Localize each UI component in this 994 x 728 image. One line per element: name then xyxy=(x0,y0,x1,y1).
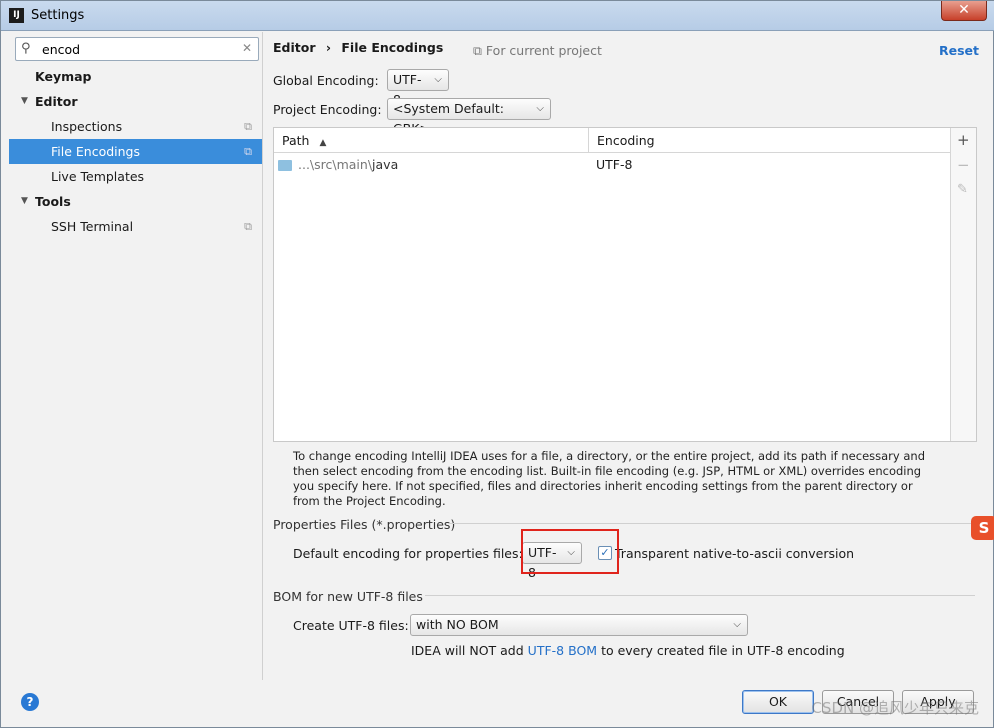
bom-info-text: IDEA will NOT add UTF-8 BOM to every cre… xyxy=(411,643,845,658)
highlight-annotation-box xyxy=(521,529,619,574)
column-header-path[interactable]: Path ▲ xyxy=(282,128,326,153)
chevron-down-icon: ⌵ xyxy=(733,619,741,630)
sidebar-item-ssh-terminal[interactable]: SSH Terminal ⧉ xyxy=(9,214,262,239)
encoding-help-text: To change encoding IntelliJ IDEA uses fo… xyxy=(293,449,926,508)
row-path-prefix: ...\src\main\ xyxy=(298,157,373,172)
settings-search[interactable]: ⚲ ✕ xyxy=(15,37,259,61)
section-divider xyxy=(448,523,975,524)
project-scope-label: For current project xyxy=(485,43,602,58)
sidebar-item-file-encodings[interactable]: File Encodings ⧉ xyxy=(9,139,262,164)
clear-search-icon[interactable]: ✕ xyxy=(242,41,252,55)
bom-select-value: with NO BOM xyxy=(416,617,499,632)
sogou-ime-icon[interactable]: S xyxy=(971,516,994,540)
sidebar-item-label: Tools xyxy=(35,194,71,209)
bom-info-after: to every created file in UTF-8 encoding xyxy=(601,643,845,658)
breadcrumb-separator: › xyxy=(325,40,332,55)
table-header: Path ▲ Encoding xyxy=(274,128,952,153)
column-header-path-label: Path xyxy=(282,133,310,148)
create-utf8-label: Create UTF-8 files: xyxy=(293,618,409,633)
intellij-app-icon: IJ xyxy=(9,8,24,23)
ok-button[interactable]: OK xyxy=(742,690,814,714)
column-header-encoding[interactable]: Encoding xyxy=(597,128,655,153)
properties-section-title: Properties Files (*.properties) xyxy=(273,517,456,532)
row-path: ...\src\main\java xyxy=(298,153,398,177)
sidebar-item-label: Keymap xyxy=(35,69,92,84)
project-scope-icon: ⧉ xyxy=(473,43,482,58)
sidebar-item-inspections[interactable]: Inspections ⧉ xyxy=(9,114,262,139)
title-bar: IJ Settings ✕ xyxy=(1,1,994,31)
project-scope-note: ⧉ For current project xyxy=(473,43,602,59)
global-encoding-select[interactable]: UTF-8 ⌵ xyxy=(387,69,449,107)
chevron-down-icon: ⌵ xyxy=(434,74,442,85)
sidebar-item-label: SSH Terminal xyxy=(51,219,134,234)
table-row[interactable]: ...\src\main\java UTF-8 xyxy=(274,153,952,177)
bom-info-before: IDEA will NOT add xyxy=(411,643,524,658)
settings-window: IJ Settings ✕ ⚲ ✕ Keymap ▼ Editor Inspec… xyxy=(0,0,994,728)
native-to-ascii-label[interactable]: Transparent native-to-ascii conversion xyxy=(615,546,854,561)
add-icon[interactable]: + xyxy=(957,131,970,149)
project-scope-icon: ⧉ xyxy=(244,120,252,133)
search-input[interactable] xyxy=(42,41,222,58)
project-encoding-label: Project Encoding: xyxy=(273,102,382,117)
sidebar-item-editor[interactable]: ▼ Editor xyxy=(9,89,262,114)
bom-section-title: BOM for new UTF-8 files xyxy=(273,589,423,604)
reset-link[interactable]: Reset xyxy=(939,43,979,58)
project-scope-icon: ⧉ xyxy=(244,145,252,158)
project-scope-icon: ⧉ xyxy=(244,220,252,233)
edit-icon[interactable]: ✎ xyxy=(957,182,968,197)
close-window-button[interactable]: ✕ xyxy=(941,1,987,21)
breadcrumb-parent: Editor xyxy=(273,40,316,55)
section-divider xyxy=(425,595,975,596)
chevron-down-icon[interactable]: ▼ xyxy=(21,89,28,114)
sort-ascending-icon: ▲ xyxy=(319,138,327,148)
table-toolbar: + − ✎ xyxy=(950,128,976,441)
utf8-bom-link[interactable]: UTF-8 BOM xyxy=(528,643,597,658)
folder-icon xyxy=(278,160,292,171)
chevron-down-icon: ⌵ xyxy=(536,103,544,114)
settings-sidebar: ⚲ ✕ Keymap ▼ Editor Inspections ⧉ File E… xyxy=(9,32,263,680)
project-encoding-select[interactable]: <System Default: GBK> ⌵ xyxy=(387,98,551,136)
remove-icon[interactable]: − xyxy=(957,156,970,174)
bom-select[interactable]: with NO BOM ⌵ xyxy=(410,614,748,636)
search-icon: ⚲ xyxy=(21,41,31,56)
column-divider xyxy=(588,128,589,153)
path-encoding-table: Path ▲ Encoding ...\src\main\java UTF-8 … xyxy=(273,127,977,442)
breadcrumb-current: File Encodings xyxy=(341,40,444,55)
row-encoding[interactable]: UTF-8 xyxy=(596,153,632,177)
sidebar-item-live-templates[interactable]: Live Templates xyxy=(9,164,262,189)
global-encoding-label: Global Encoding: xyxy=(273,73,379,88)
sidebar-item-keymap[interactable]: Keymap xyxy=(9,64,262,89)
breadcrumb: Editor › File Encodings xyxy=(273,40,443,55)
row-path-name: java xyxy=(372,157,399,172)
csdn-watermark: CSDN @追风少年只来克 xyxy=(811,699,979,717)
sidebar-item-label: Inspections xyxy=(51,119,123,134)
window-title: Settings xyxy=(31,8,85,23)
properties-default-label: Default encoding for properties files: xyxy=(293,546,523,561)
sidebar-item-label: Live Templates xyxy=(51,169,145,184)
settings-content: Editor › File Encodings ⧉ For current pr… xyxy=(265,32,987,680)
help-button[interactable]: ? xyxy=(21,693,39,711)
sidebar-item-label: Editor xyxy=(35,94,78,109)
sidebar-item-label: File Encodings xyxy=(51,144,141,159)
chevron-down-icon[interactable]: ▼ xyxy=(21,189,28,214)
sidebar-item-tools[interactable]: ▼ Tools xyxy=(9,189,262,214)
